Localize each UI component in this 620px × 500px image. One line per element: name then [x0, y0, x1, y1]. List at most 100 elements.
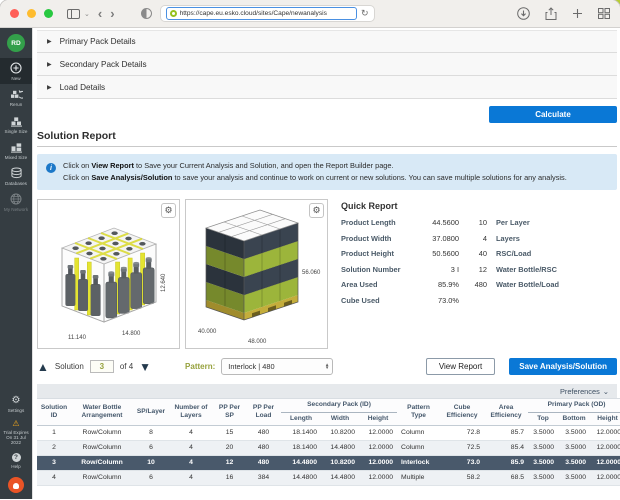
pallet-dim-left: 40.000 — [198, 329, 217, 335]
col-header[interactable]: Cube Efficiency — [440, 399, 484, 425]
col-header[interactable]: Area Efficiency — [484, 399, 528, 425]
url-text[interactable]: https://cape.eu.esko.cloud/sites/Cape/ne… — [180, 10, 327, 17]
minimize-window-button[interactable] — [27, 9, 36, 18]
site-favicon — [170, 10, 177, 17]
table-cell: Multiple — [397, 470, 440, 485]
table-row[interactable]: 4Row/Column641638414.480014.480012.0000M… — [37, 470, 620, 485]
caret-right-icon: ▶ — [47, 61, 52, 68]
accordion-label: Secondary Pack Details — [60, 60, 147, 69]
col-header[interactable]: PP Per SP — [213, 399, 246, 425]
table-cell: Row/Column — [71, 440, 133, 455]
qr-metric: Water Bottle/Load — [496, 280, 559, 289]
sidebar-item-label: Help — [11, 464, 20, 469]
table-row[interactable]: 1Row/Column841548018.140010.820012.0000C… — [37, 425, 620, 440]
col-header[interactable]: Top — [528, 412, 558, 425]
share-icon[interactable] — [545, 7, 557, 20]
sidebar-item-new[interactable]: New — [0, 58, 32, 84]
pallet-dim-height: 56.060 — [302, 270, 321, 276]
close-window-button[interactable] — [10, 9, 19, 18]
zoom-window-button[interactable] — [44, 9, 53, 18]
sidebar-item-settings[interactable]: ⚙ Settings — [0, 392, 32, 416]
caret-right-icon: ▶ — [47, 84, 52, 91]
calculate-button[interactable]: Calculate — [489, 106, 617, 123]
info-line2: Click on — [63, 173, 91, 182]
qr-metric: Per Layer — [496, 218, 530, 227]
new-tab-icon[interactable] — [572, 8, 583, 19]
chevron-down-icon: ⌄ — [603, 387, 609, 396]
support-chat-button[interactable] — [8, 477, 24, 493]
col-header[interactable]: Bottom — [558, 412, 590, 425]
info-line1-bold: View Report — [91, 161, 134, 170]
preferences-button[interactable]: Preferences ⌄ — [37, 384, 617, 398]
browser-titlebar: ⌄ ‹ › https://cape.eu.esko.cloud/sites/C… — [0, 0, 620, 28]
col-header[interactable]: Pattern Type — [397, 399, 440, 425]
qr-value: 50.5600 — [415, 249, 459, 258]
trial-expiry-text: Trial Expires On 31 Jul 2022 — [3, 430, 29, 446]
accordion-load-details[interactable]: ▶ Load Details — [37, 76, 617, 99]
url-field[interactable]: https://cape.eu.esko.cloud/sites/Cape/ne… — [166, 7, 357, 20]
solution-down-button[interactable]: ▼ — [139, 361, 151, 373]
table-cell: 14.4800 — [321, 440, 359, 455]
accordion-secondary-pack-details[interactable]: ▶ Secondary Pack Details — [37, 53, 617, 76]
reload-icon[interactable]: ↻ — [361, 8, 369, 19]
avatar[interactable]: RD — [7, 34, 25, 52]
sidebar-item-databases[interactable]: Databases — [0, 163, 32, 189]
main-content: ▶ Primary Pack Details ▶ Secondary Pack … — [32, 28, 620, 499]
trial-expiry-notice: ⚠ Trial Expires On 31 Jul 2022 — [0, 416, 32, 449]
col-header[interactable]: Number of Layers — [169, 399, 213, 425]
sidebar-toggle-icon[interactable] — [67, 9, 80, 19]
quick-report-rows: Product Length44.560010Per LayerProduct … — [341, 218, 617, 311]
viz-settings-button[interactable]: ⚙ — [309, 203, 324, 218]
save-analysis-solution-button[interactable]: Save Analysis/Solution — [509, 358, 617, 375]
table-cell: 15 — [213, 425, 246, 440]
col-header[interactable]: Length — [281, 412, 321, 425]
table-row[interactable]: 2Row/Column642048018.140014.480012.0000C… — [37, 440, 620, 455]
pattern-label: Pattern: — [185, 362, 215, 371]
sidebar-item-mixed-size[interactable]: Mixed Size — [0, 137, 32, 163]
qr-value: 37.0800 — [415, 234, 459, 243]
address-bar[interactable]: https://cape.eu.esko.cloud/sites/Cape/ne… — [160, 5, 375, 22]
globe-icon — [10, 193, 22, 205]
sidebar-item-help[interactable]: ? Help — [0, 449, 32, 472]
table-cell: 4 — [169, 470, 213, 485]
info-line1: Click on — [63, 161, 91, 170]
col-header[interactable]: Solution ID — [37, 399, 71, 425]
col-header[interactable]: SP/Layer — [133, 399, 169, 425]
preferences-label: Preferences — [560, 387, 600, 396]
sidebar-item-rerun[interactable]: Rerun — [0, 84, 32, 110]
col-group-primary-pack: Primary Pack (OD) — [528, 399, 620, 412]
table-cell: 480 — [246, 455, 281, 470]
col-header[interactable]: PP Per Load — [246, 399, 281, 425]
solution-of-label: of 4 — [120, 362, 133, 371]
table-row[interactable]: 3Row/Column1041248014.480010.820012.0000… — [37, 455, 620, 470]
sidebar-chevron-icon[interactable]: ⌄ — [84, 10, 90, 18]
table-cell: 8 — [133, 425, 169, 440]
forward-button[interactable]: › — [110, 6, 114, 21]
privacy-shield-icon[interactable] — [141, 8, 152, 19]
downloads-icon[interactable] — [517, 7, 530, 20]
table-cell: 3.5000 — [558, 425, 590, 440]
table-cell: 14.4800 — [321, 470, 359, 485]
table-cell: 85.4 — [484, 440, 528, 455]
col-header[interactable]: Height — [359, 412, 397, 425]
view-report-button[interactable]: View Report — [426, 358, 495, 375]
pattern-select[interactable]: Interlock | 480 ▲▼ — [221, 358, 333, 375]
solution-up-button[interactable]: ▲ — [37, 361, 49, 373]
sidebar-item-my-network[interactable]: My Network — [0, 189, 32, 215]
single-size-icon — [10, 115, 23, 127]
table-cell: 3.5000 — [528, 440, 558, 455]
bottle-dim-left: 11.140 — [68, 335, 87, 341]
col-header[interactable]: Width — [321, 412, 359, 425]
back-button[interactable]: ‹ — [98, 6, 102, 21]
mixed-size-icon — [10, 141, 23, 153]
solution-number-input[interactable]: 3 — [90, 360, 114, 373]
table-cell: 14.4800 — [281, 470, 321, 485]
tab-overview-icon[interactable] — [598, 8, 610, 19]
qr-label: Product Height — [341, 249, 415, 258]
accordion-primary-pack-details[interactable]: ▶ Primary Pack Details — [37, 30, 617, 53]
quick-report-panel: Quick Report Product Length44.560010Per … — [341, 199, 617, 349]
col-header[interactable]: Water Bottle Arrangement — [71, 399, 133, 425]
viz-settings-button[interactable]: ⚙ — [161, 203, 176, 218]
sidebar-item-single-size[interactable]: Single Size — [0, 111, 32, 137]
col-header[interactable]: Height — [590, 412, 620, 425]
